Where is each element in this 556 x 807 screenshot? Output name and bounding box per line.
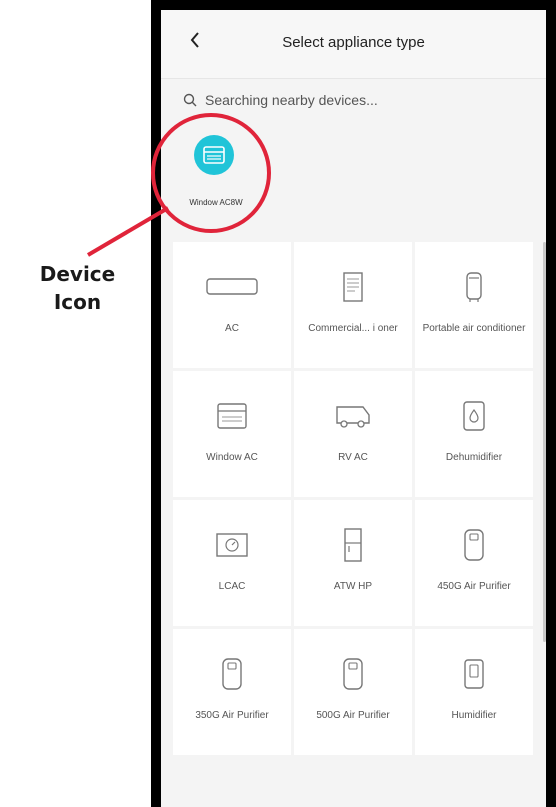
portable-ac-icon — [466, 272, 482, 302]
appliance-tile-dehumidifier[interactable]: Dehumidifier — [415, 371, 533, 497]
search-icon — [183, 93, 197, 107]
search-status-text: Searching nearby devices... — [205, 92, 378, 108]
appliance-tile-window-ac[interactable]: Window AC — [173, 371, 291, 497]
page-title: Select appliance type — [282, 34, 425, 51]
found-device[interactable]: Window AC8W — [161, 125, 271, 225]
air-purifier-icon — [222, 658, 242, 690]
appliance-tile-ac[interactable]: AC — [173, 242, 291, 368]
appliance-tile-humidifier[interactable]: Humidifier — [415, 629, 533, 755]
appliance-tile-commercial[interactable]: Commercial... i oner — [294, 242, 412, 368]
app-header: Select appliance type — [161, 10, 546, 79]
search-status: Searching nearby devices... — [183, 92, 378, 108]
appliance-tile-atw-hp[interactable]: ATW HP — [294, 500, 412, 626]
appliance-tile-lcac[interactable]: LCAC — [173, 500, 291, 626]
appliance-label: Portable air conditioner — [422, 323, 526, 334]
appliance-label: RV AC — [338, 452, 368, 463]
appliance-label: Window AC — [206, 452, 258, 463]
app-screen: Select appliance type Searching nearby d… — [161, 10, 546, 807]
annotation-label-line1: Device — [39, 262, 116, 286]
air-purifier-icon — [343, 658, 363, 690]
dehumidifier-icon — [463, 401, 485, 431]
appliance-label: 500G Air Purifier — [316, 710, 390, 721]
found-device-label: Window AC8W — [189, 198, 243, 207]
scrollbar[interactable] — [543, 242, 546, 642]
humidifier-icon — [464, 659, 484, 689]
appliance-tile-rv-ac[interactable]: RV AC — [294, 371, 412, 497]
appliance-grid: AC Commercial... i oner Portable air con… — [173, 242, 533, 807]
appliance-tile-350g-purifier[interactable]: 350G Air Purifier — [173, 629, 291, 755]
rv-ac-icon — [336, 406, 370, 428]
appliance-tile-portable[interactable]: Portable air conditioner — [415, 242, 533, 368]
lcac-icon — [216, 533, 248, 557]
ac-icon — [206, 278, 258, 295]
appliance-label: LCAC — [218, 581, 246, 592]
appliance-label: Humidifier — [451, 710, 497, 721]
appliance-label: AC — [225, 323, 239, 334]
window-ac-icon — [217, 403, 247, 429]
appliance-label: ATW HP — [333, 581, 373, 592]
phone-frame: Select appliance type Searching nearby d… — [151, 0, 556, 807]
appliance-label: Commercial... i oner — [308, 323, 398, 334]
annotation-label: Device Icon — [30, 260, 125, 316]
window-ac-icon — [194, 135, 234, 175]
annotation-label-line2: Icon — [53, 290, 102, 314]
appliance-tile-500g-purifier[interactable]: 500G Air Purifier — [294, 629, 412, 755]
appliance-label: 350G Air Purifier — [195, 710, 269, 721]
air-purifier-icon — [464, 529, 484, 561]
appliance-tile-450g-purifier[interactable]: 450G Air Purifier — [415, 500, 533, 626]
atw-hp-icon — [344, 528, 362, 562]
appliance-label: 450G Air Purifier — [437, 581, 511, 592]
commercial-ac-icon — [343, 272, 363, 302]
appliance-label: Dehumidifier — [445, 452, 503, 463]
